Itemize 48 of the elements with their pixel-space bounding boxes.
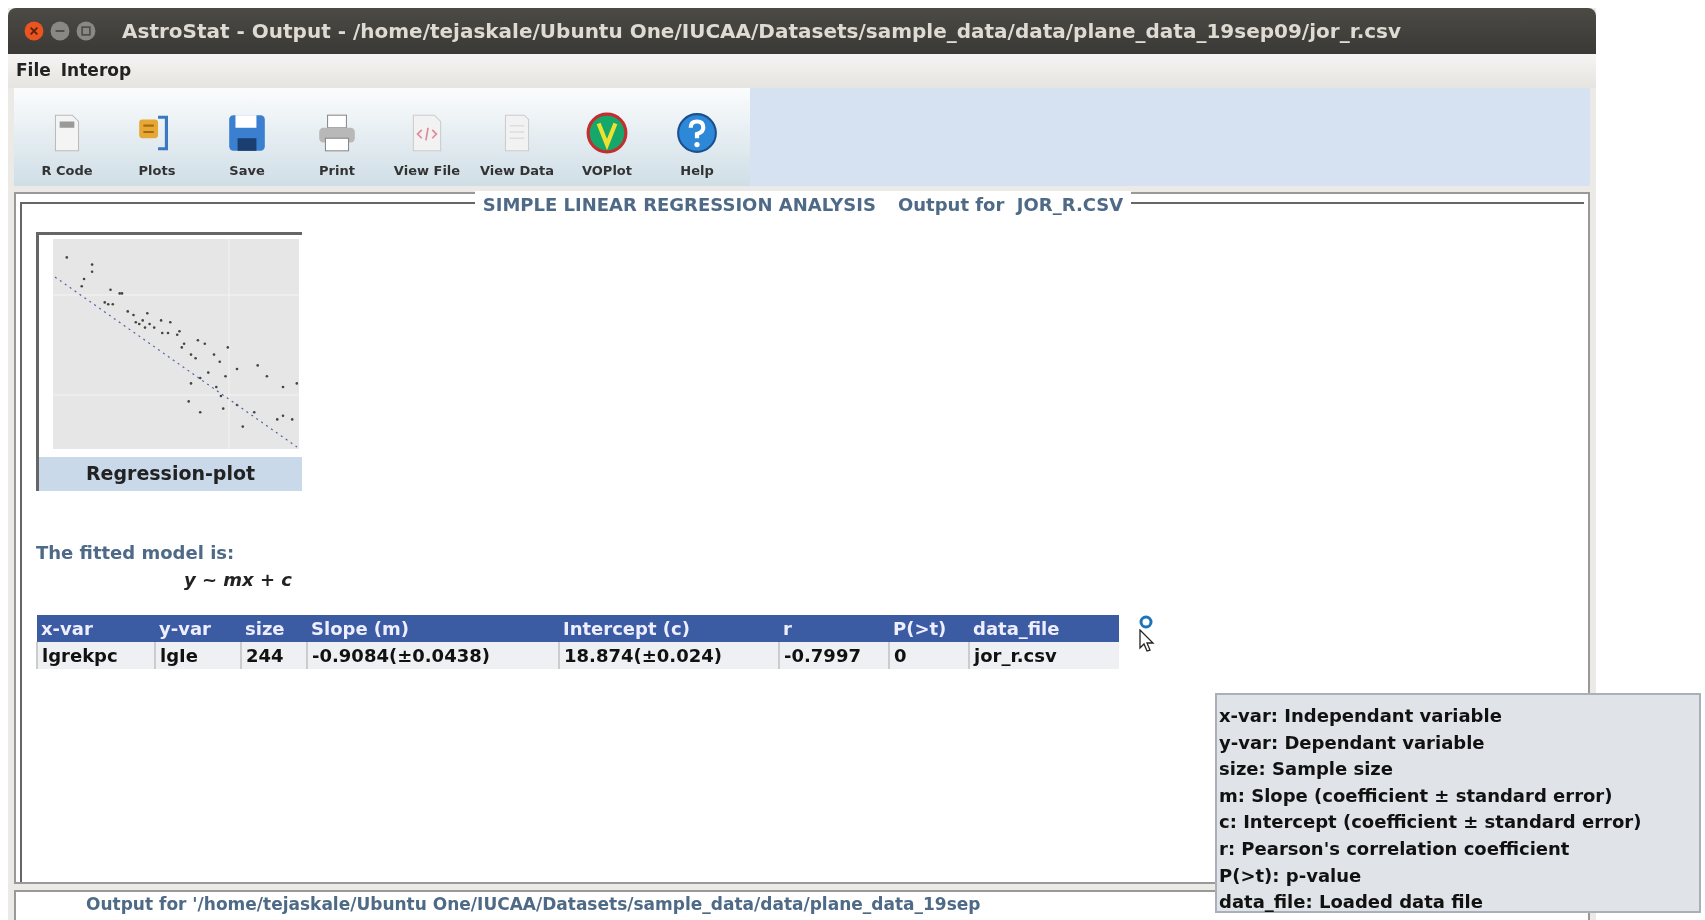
table-cell: 18.874(±0.024) [559, 641, 779, 669]
panel-title: SIMPLE LINEAR REGRESSION ANALYSIS [482, 193, 876, 217]
table-cell: -0.7997 [779, 641, 889, 669]
model-formula: y ~ mx + c [184, 568, 292, 590]
minimize-icon[interactable] [50, 21, 70, 41]
cursor-icon [1139, 628, 1155, 653]
toolbar-button[interactable]: View Data [474, 110, 560, 180]
toolbar-button[interactable]: R Code [24, 110, 110, 180]
help-icon [675, 110, 719, 155]
tooltip-line: size: Sample size [1219, 757, 1394, 782]
column-header: size [241, 614, 307, 642]
toolbar-button[interactable]: Print [294, 110, 380, 180]
model-label: The fitted model is: [36, 541, 235, 563]
table-cell: jor_r.csv [969, 641, 1119, 669]
column-header: y-var [155, 614, 241, 642]
table-cell: lgIe [155, 641, 241, 669]
plot-caption: Regression-plot [39, 457, 302, 491]
column-header: r [779, 614, 889, 642]
v-logo-icon [585, 110, 629, 155]
status-text: Output for '/home/tejaskale/Ubuntu One/IUCAA/Datasets/sample_data/data/plane_data_19sep [86, 894, 981, 914]
column-header: data_file [969, 614, 1119, 642]
column-header: Slope (m) [307, 614, 559, 642]
table-cell: -0.9084(±0.0438) [307, 641, 559, 669]
tooltip-line: data_file: Loaded data file [1219, 890, 1484, 915]
menu-item[interactable]: Interop [60, 58, 132, 84]
table-cell: lgrekpc [37, 641, 155, 669]
toolbar-button[interactable]: VOPlot [564, 110, 650, 180]
tooltip-line: r: Pearson's correlation coefficient [1219, 836, 1571, 861]
window-title: AstroStat - Output - /home/tejaskale/Ubuntu One/IUCAA/Datasets/sample_data/data/plane_data_19sep09/jor_r.csv [122, 18, 1402, 45]
column-header: P(>t) [889, 614, 969, 642]
table-cell: 0 [889, 641, 969, 669]
toolbar-button[interactable]: Plots [114, 110, 200, 180]
menu-item[interactable]: File [16, 58, 51, 84]
tooltip-line: P(>t): p-value [1219, 863, 1363, 888]
toolbar-button[interactable]: View File [384, 110, 470, 180]
toolbar-button[interactable]: Save [204, 110, 290, 180]
toolbar-button[interactable]: Help [654, 110, 740, 180]
maximize-icon[interactable] [76, 21, 96, 41]
ring-icon[interactable] [1139, 614, 1153, 629]
tooltip-line: y-var: Dependant variable [1219, 730, 1486, 755]
close-icon[interactable] [24, 21, 44, 41]
table-cell: 244 [241, 641, 307, 669]
tooltip-line: c: Intercept (coefficient ± standard error) [1219, 810, 1643, 835]
panel-subtitle: Output for JOR_R.CSV [897, 193, 1124, 217]
tooltip-line: m: Slope (coefficient ± standard error) [1219, 783, 1614, 808]
tooltip-line: x-var: Independant variable [1219, 704, 1503, 728]
column-header: Intercept (c) [559, 614, 779, 642]
column-header: x-var [37, 614, 155, 642]
